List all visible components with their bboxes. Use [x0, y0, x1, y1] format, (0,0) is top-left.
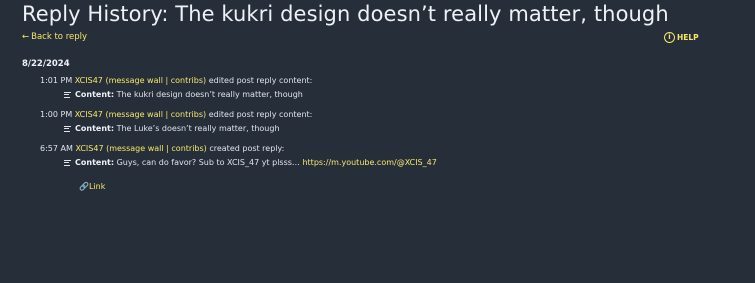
page-title: Reply History: The kukri design doesn’t …: [22, 2, 669, 26]
help-button[interactable]: i HELP: [664, 32, 699, 43]
back-link-label: Back to reply: [31, 32, 88, 42]
permalink-link[interactable]: 🔗Link: [79, 182, 105, 191]
message-wall-link[interactable]: message wall: [109, 76, 163, 85]
content-label: Content: [75, 124, 111, 133]
list-icon: [64, 158, 71, 167]
history-entry: 1:01 PM XCIS47 (message wall | contribs)…: [40, 76, 313, 99]
content-label: Content: [75, 90, 111, 99]
content-label: Content: [75, 158, 111, 167]
list-icon: [64, 124, 71, 133]
contribs-link[interactable]: contribs: [171, 110, 203, 119]
history-entry: 1:00 PM XCIS47 (message wall | contribs)…: [40, 110, 313, 133]
help-label: HELP: [677, 33, 699, 42]
message-wall-link[interactable]: message wall: [109, 110, 163, 119]
back-to-reply-link[interactable]: ← Back to reply: [22, 32, 87, 42]
content-text: The kukri design doesn’t really matter, …: [116, 90, 303, 99]
contribs-link[interactable]: contribs: [171, 76, 203, 85]
message-wall-link[interactable]: message wall: [109, 144, 163, 153]
permalink-label: Link: [88, 182, 106, 191]
date-heading: 8/22/2024: [22, 59, 70, 69]
history-entry: 6:57 AM XCIS47 (message wall | contribs)…: [40, 144, 437, 167]
user-link[interactable]: XCIS47: [75, 76, 103, 85]
entry-action: created post reply:: [209, 144, 285, 153]
list-icon: [64, 90, 71, 99]
link-icon: 🔗: [79, 182, 89, 191]
entry-time: 1:01 PM: [40, 76, 73, 85]
entry-time: 6:57 AM: [40, 144, 73, 153]
user-link[interactable]: XCIS47: [75, 144, 103, 153]
info-icon: i: [664, 32, 675, 43]
user-link[interactable]: XCIS47: [75, 110, 103, 119]
entry-action: edited post reply content:: [208, 76, 313, 85]
content-text: Guys, can do favor? Sub to XCIS_47 yt pl…: [116, 158, 300, 167]
entry-action: edited post reply content:: [208, 110, 313, 119]
contribs-link[interactable]: contribs: [171, 144, 203, 153]
content-text: The Luke’s doesn’t really matter, though: [116, 124, 280, 133]
external-url-link[interactable]: https://m.youtube.com/@XCIS_47: [302, 158, 436, 167]
entry-time: 1:00 PM: [40, 110, 73, 119]
arrow-left-icon: ←: [22, 32, 30, 42]
